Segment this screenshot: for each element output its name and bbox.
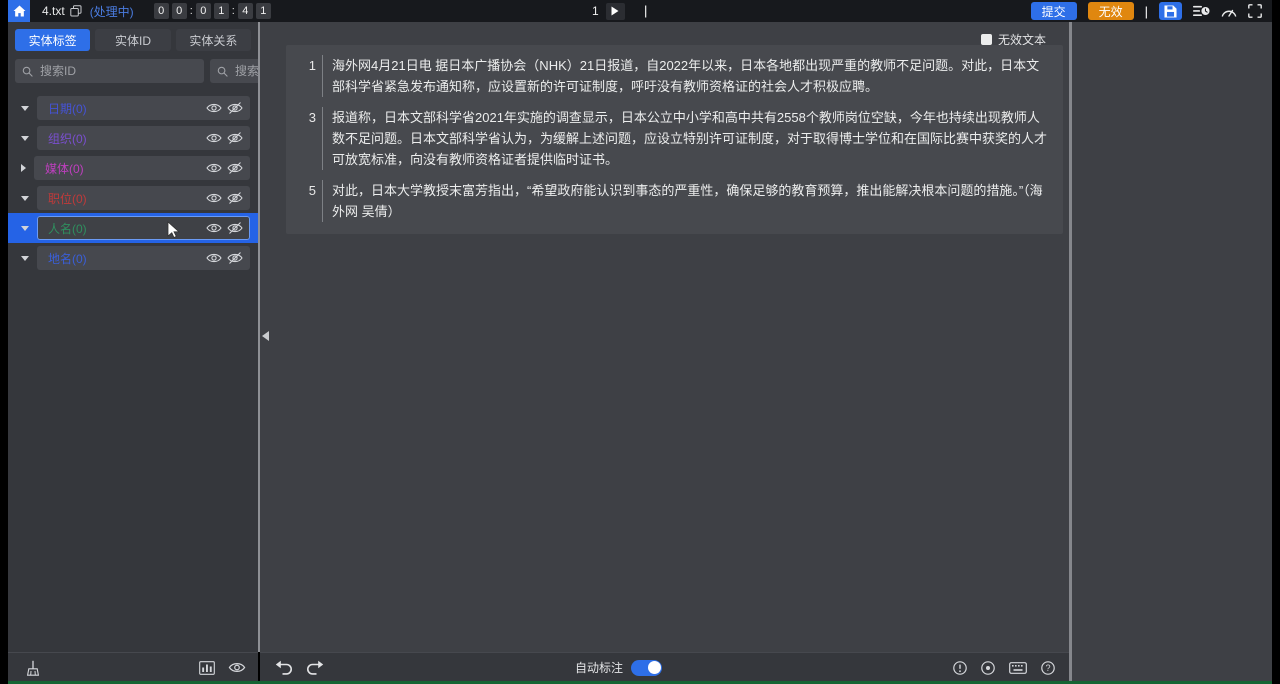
eye-icon[interactable]: [206, 192, 222, 204]
paragraph-text[interactable]: 报道称，日本文部科学省2021年实施的调查显示，日本公立中小学和高中共有2558…: [322, 107, 1063, 170]
redo-icon[interactable]: [306, 660, 324, 675]
search-icon: [22, 66, 33, 77]
expander-icon[interactable]: [21, 196, 29, 201]
eye-icon[interactable]: [206, 132, 222, 144]
entity-label: 人名(0): [44, 220, 206, 237]
tab-entity-id[interactable]: 实体ID: [95, 29, 170, 51]
text-caret: |: [644, 3, 647, 18]
eye-off-icon[interactable]: [227, 222, 243, 234]
history-clock-icon[interactable]: [1193, 4, 1210, 18]
entity-label: 媒体(0): [41, 160, 206, 177]
right-panel: [1072, 22, 1272, 681]
line-number: 1: [286, 55, 322, 97]
top-bar: 4.txt (处理中) 0 0 : 0 1 : 4 1 1 | 提交 无效 |: [8, 0, 1272, 23]
toolbar-separator: |: [1145, 4, 1148, 19]
timer-digit: 1: [256, 3, 271, 19]
eye-icon[interactable]: [206, 222, 222, 234]
timer-digit: 4: [238, 3, 253, 19]
eye-icon[interactable]: [228, 661, 246, 674]
search-icon: [217, 66, 228, 77]
paragraph-text[interactable]: 对此，日本大学教授末富芳指出，“希望政府能认识到事态的严重性，确保足够的教育预算…: [322, 180, 1063, 222]
screen-edge-right: [1272, 0, 1280, 684]
keyboard-icon[interactable]: [1009, 662, 1027, 674]
help-circle-icon[interactable]: [1041, 661, 1055, 675]
target-icon[interactable]: [981, 661, 995, 675]
eye-off-icon[interactable]: [227, 102, 243, 114]
expander-icon[interactable]: [21, 256, 29, 261]
tab-entity-relation[interactable]: 实体关系: [176, 29, 251, 51]
search-id-box[interactable]: [15, 59, 204, 83]
timer-colon: :: [232, 5, 235, 17]
submit-button[interactable]: 提交: [1031, 2, 1077, 20]
timer-digit: 1: [214, 3, 229, 19]
mouse-cursor: [167, 221, 180, 239]
expander-icon[interactable]: [21, 226, 29, 231]
entity-list: 日期(0) 组织(0) 媒体(0): [8, 93, 258, 273]
eye-off-icon[interactable]: [227, 252, 243, 264]
eye-icon[interactable]: [206, 252, 222, 264]
timer: 0 0 : 0 1 : 4 1: [154, 3, 271, 19]
content-bottom-bar: 自动标注: [260, 652, 1069, 682]
clear-brush-icon[interactable]: [26, 660, 40, 676]
paragraph: 5 对此，日本大学教授末富芳指出，“希望政府能认识到事态的严重性，确保足够的教育…: [286, 180, 1063, 222]
eye-off-icon[interactable]: [227, 192, 243, 204]
entity-row-date[interactable]: 日期(0): [8, 93, 258, 123]
entity-label: 组织(0): [44, 130, 206, 147]
timer-colon: :: [190, 5, 193, 17]
entity-label: 地名(0): [44, 250, 206, 267]
invalid-text-checkbox[interactable]: [981, 34, 992, 45]
next-page-button[interactable]: [606, 3, 625, 20]
save-button[interactable]: [1159, 2, 1182, 20]
undo-icon[interactable]: [275, 660, 293, 675]
toggle-knob: [648, 661, 661, 674]
line-number: 5: [286, 180, 322, 222]
entity-row-org[interactable]: 组织(0): [8, 123, 258, 153]
expander-icon[interactable]: [21, 164, 26, 172]
entity-sidebar: 实体标签 实体ID 实体关系 日期(0): [8, 22, 258, 652]
copy-icon[interactable]: [70, 5, 82, 17]
invalid-button[interactable]: 无效: [1088, 2, 1134, 20]
tab-entity-label[interactable]: 实体标签: [15, 29, 90, 51]
sidebar-bottom-bar: [8, 652, 258, 682]
entity-label: 日期(0): [44, 100, 206, 117]
entity-row-media[interactable]: 媒体(0): [8, 153, 258, 183]
paragraph: 1 海外网4月21日电 据日本广播协会（NHK）21日报道，自2022年以来，日…: [286, 55, 1063, 97]
screen-edge-left: [0, 0, 8, 684]
text-card: 1 海外网4月21日电 据日本广播协会（NHK）21日报道，自2022年以来，日…: [286, 45, 1063, 234]
eye-icon[interactable]: [206, 162, 222, 174]
sidebar-tabs: 实体标签 实体ID 实体关系: [8, 22, 258, 57]
paragraph: 3 报道称，日本文部科学省2021年实施的调查显示，日本公立中小学和高中共有25…: [286, 107, 1063, 170]
document-area: 无效文本 1 海外网4月21日电 据日本广播协会（NHK）21日报道，自2022…: [260, 22, 1069, 652]
search-id-input[interactable]: [38, 63, 197, 79]
eye-off-icon[interactable]: [227, 162, 243, 174]
expander-icon[interactable]: [21, 106, 29, 111]
auto-annotate-toggle[interactable]: [631, 660, 662, 676]
expander-icon[interactable]: [21, 136, 29, 141]
gauge-icon[interactable]: [1221, 5, 1237, 18]
home-button[interactable]: [8, 0, 30, 22]
chart-bars-icon[interactable]: [199, 661, 215, 675]
eye-off-icon[interactable]: [227, 132, 243, 144]
auto-annotate-label: 自动标注: [575, 659, 623, 676]
fullscreen-icon[interactable]: [1248, 4, 1262, 18]
entity-row-person[interactable]: 人名(0): [8, 213, 258, 243]
processing-status: (处理中): [90, 3, 134, 20]
entity-label: 职位(0): [44, 190, 206, 207]
collapse-sidebar-handle[interactable]: [262, 331, 269, 341]
eye-icon[interactable]: [206, 102, 222, 114]
alert-circle-icon[interactable]: [953, 661, 967, 675]
line-number: 3: [286, 107, 322, 170]
timer-digit: 0: [196, 3, 211, 19]
entity-row-title[interactable]: 职位(0): [8, 183, 258, 213]
paragraph-text[interactable]: 海外网4月21日电 据日本广播协会（NHK）21日报道，自2022年以来，日本各…: [322, 55, 1063, 97]
entity-row-place[interactable]: 地名(0): [8, 243, 258, 273]
timer-digit: 0: [172, 3, 187, 19]
file-name: 4.txt: [42, 4, 65, 18]
annotation-app: 4.txt (处理中) 0 0 : 0 1 : 4 1 1 | 提交 无效 |: [0, 0, 1280, 684]
page-number: 1: [592, 4, 599, 18]
timer-digit: 0: [154, 3, 169, 19]
